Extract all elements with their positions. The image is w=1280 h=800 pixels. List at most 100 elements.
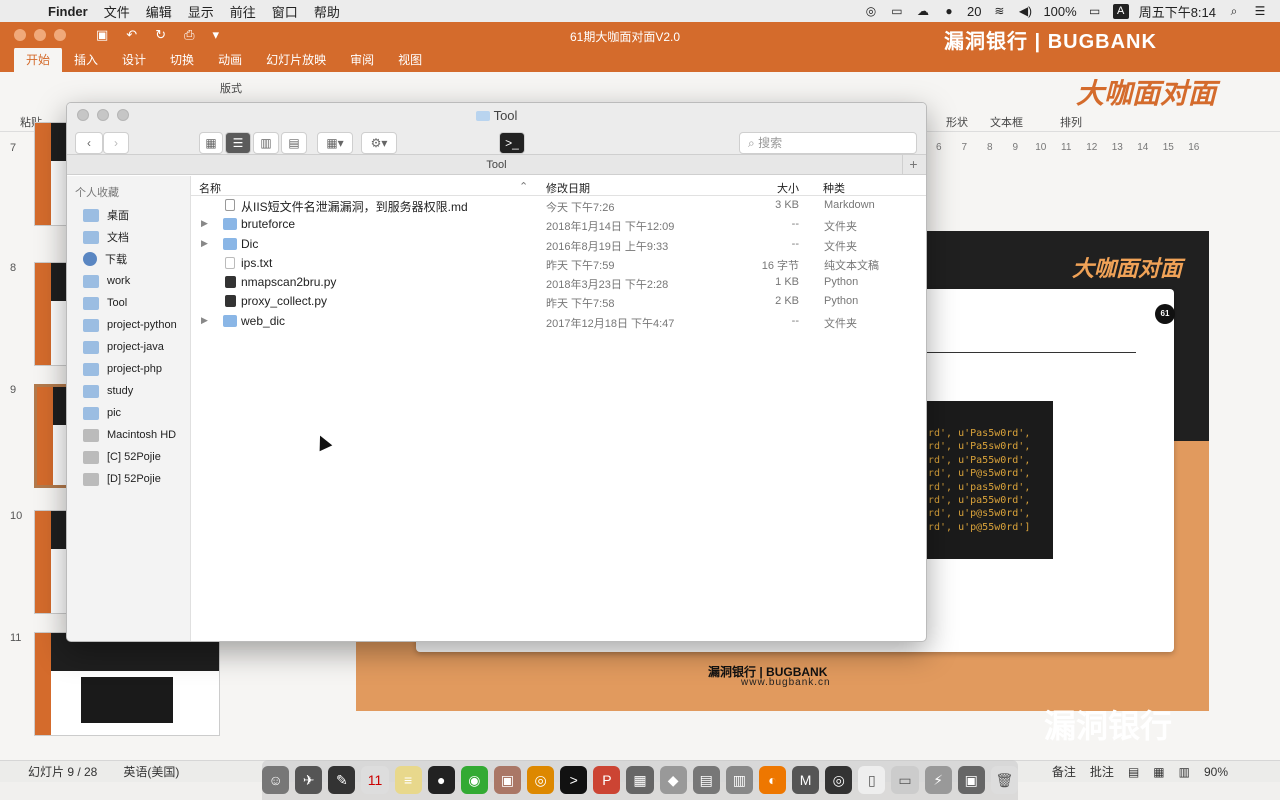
document-icon[interactable]: ▯ [858, 766, 886, 794]
undo-icon[interactable]: ↶ [126, 27, 137, 43]
app-icon[interactable]: ▣ [493, 766, 522, 794]
sidebar-item-downloads[interactable]: 下载 [67, 248, 190, 270]
redo-icon[interactable]: ↻ [155, 27, 166, 43]
arrange-button[interactable]: 排列 [1060, 114, 1082, 130]
firefox-app-icon[interactable]: ◐ [758, 766, 787, 794]
menu-file[interactable]: 文件 [96, 2, 138, 21]
file-row[interactable]: ▶ Dic 2016年8月19日 上午9:33 -- 文件夹 [191, 235, 926, 254]
terminal-shortcut-button[interactable]: >_ [499, 132, 525, 154]
app-icon[interactable]: ▤ [692, 766, 720, 794]
shape-button[interactable]: 形状 [946, 114, 968, 130]
new-tab-button[interactable]: + [902, 155, 924, 175]
tool-app-icon[interactable]: ✎ [328, 766, 356, 794]
input-source-icon[interactable]: A [1112, 3, 1129, 19]
search-field[interactable]: ⌕ 搜索 [739, 132, 917, 154]
app-icon[interactable]: M [792, 766, 820, 794]
obs-icon[interactable]: ◎ [863, 4, 879, 18]
file-row[interactable]: nmapscan2bru.py 2018年3月23日 下午2:28 1 KB Pyth… [191, 273, 926, 292]
sort-chevron-up-icon[interactable]: ⌃ [519, 180, 528, 193]
zoom-level[interactable]: 90% [1204, 765, 1228, 779]
wechat-app-icon[interactable]: ◉ [460, 766, 488, 794]
notification-center-icon[interactable]: ☰ [1252, 4, 1268, 18]
calendar-app-icon[interactable]: 11 [361, 766, 389, 794]
sidebar-item-macintosh-hd[interactable]: Macintosh HD [67, 424, 190, 446]
sidebar-item-documents[interactable]: 文档 [67, 226, 190, 248]
battery-percent[interactable]: 100% [1043, 4, 1076, 19]
tab-transitions[interactable]: 切换 [158, 47, 206, 72]
clock[interactable]: 周五下午8:14 [1139, 2, 1216, 21]
textbox-button[interactable]: 文本框 [990, 114, 1023, 130]
terminal-app-icon[interactable]: > [560, 766, 588, 794]
sidebar-item-project-java[interactable]: project-java [67, 336, 190, 358]
menu-view[interactable]: 显示 [180, 2, 222, 21]
menu-app-name[interactable]: Finder [40, 4, 96, 19]
launchpad-app-icon[interactable]: ✈ [295, 766, 323, 794]
tab-review[interactable]: 审阅 [338, 47, 386, 72]
sidebar-item-desktop[interactable]: 桌面 [67, 204, 190, 226]
finder-app-icon[interactable]: ☺ [262, 766, 290, 794]
file-row[interactable]: ▶ web_dic 2017年12月18日 下午4:47 -- 文件夹 [191, 312, 926, 331]
cloud-icon[interactable]: ☁ [915, 4, 931, 18]
print-icon[interactable]: ⎙ [184, 27, 194, 43]
gallery-view-button[interactable]: ▤ [281, 132, 307, 154]
sidebar-item-pic[interactable]: pic [67, 402, 190, 424]
notes-app-icon[interactable]: ≡ [394, 766, 422, 794]
obs-app-icon[interactable]: ◎ [825, 766, 853, 794]
column-header-date[interactable]: 修改日期 [546, 180, 590, 196]
group-by-button[interactable]: ▦▾ [317, 132, 353, 154]
tab-animations[interactable]: 动画 [206, 47, 254, 72]
notes-button[interactable]: 备注 [1052, 763, 1076, 780]
trash-icon[interactable]: 🗑 [990, 766, 1018, 794]
tab-slideshow[interactable]: 幻灯片放映 [254, 47, 338, 72]
customize-icon[interactable]: ▾ [213, 27, 220, 43]
slide-thumbnail-11[interactable] [34, 632, 220, 736]
layout-button[interactable]: 版式 [220, 80, 242, 96]
save-icon[interactable]: ▣ [96, 27, 108, 43]
sidebar-item-d-52pojie[interactable]: [D] 52Pojie [67, 468, 190, 490]
app-icon[interactable]: ▣ [957, 766, 985, 794]
app-icon[interactable]: ▦ [626, 766, 654, 794]
tab-home[interactable]: 开始 [14, 47, 63, 72]
language-label[interactable]: 英语(美国) [123, 763, 179, 780]
notification-count[interactable]: 20 [967, 4, 981, 19]
file-row[interactable]: proxy_collect.py 昨天 下午7:58 2 KB Python [191, 292, 926, 311]
sidebar-item-project-php[interactable]: project-php [67, 358, 190, 380]
file-row[interactable]: ips.txt 昨天 下午7:59 16 字节 纯文本文稿 [191, 254, 926, 273]
back-button[interactable]: ‹ [75, 132, 103, 154]
qq-icon[interactable]: ● [941, 4, 957, 18]
app-icon[interactable]: ◆ [659, 766, 687, 794]
sidebar-item-work[interactable]: work [67, 270, 190, 292]
menu-go[interactable]: 前往 [222, 2, 264, 21]
forward-button[interactable]: › [103, 132, 129, 154]
disclosure-triangle-icon[interactable]: ▶ [201, 238, 208, 249]
menu-edit[interactable]: 编辑 [138, 2, 180, 21]
current-tab-title[interactable]: Tool [486, 159, 506, 171]
column-header-name[interactable]: 名称 [199, 180, 221, 196]
menu-window[interactable]: 窗口 [264, 2, 306, 21]
app-icon[interactable]: ▥ [725, 766, 753, 794]
column-header-kind[interactable]: 种类 [823, 180, 845, 196]
qq-app-icon[interactable]: ● [427, 766, 455, 794]
sidebar-item-c-52pojie[interactable]: [C] 52Pojie [67, 446, 190, 468]
comments-button[interactable]: 批注 [1090, 763, 1114, 780]
column-view-button[interactable]: ▥ [253, 132, 279, 154]
disclosure-triangle-icon[interactable]: ▶ [201, 218, 208, 229]
icon-view-button[interactable]: ▦ [199, 132, 223, 154]
disclosure-triangle-icon[interactable]: ▶ [201, 315, 208, 326]
file-row[interactable]: 从IIS短文件名泄漏漏洞，到服务器权限.md 今天 下午7:26 3 KB Markd… [191, 196, 926, 215]
app-icon[interactable]: ⚡ [924, 766, 952, 794]
sidebar-item-tool[interactable]: Tool [67, 292, 190, 314]
spotlight-search-icon[interactable]: ⌕ [1226, 4, 1242, 18]
volume-icon[interactable]: ◀) [1017, 4, 1033, 18]
normal-view-icon[interactable]: ▤ [1128, 765, 1139, 779]
sorter-view-icon[interactable]: ▦ [1153, 765, 1164, 779]
tab-view[interactable]: 视图 [386, 47, 434, 72]
display-icon[interactable]: ▭ [889, 4, 905, 18]
menu-help[interactable]: 帮助 [306, 2, 348, 21]
column-header-size[interactable]: 大小 [777, 180, 799, 196]
ppt-traffic-lights[interactable] [0, 29, 66, 41]
tab-design[interactable]: 设计 [110, 47, 158, 72]
powerpoint-app-icon[interactable]: P [593, 766, 621, 794]
reading-view-icon[interactable]: ▥ [1179, 765, 1190, 779]
list-view-button[interactable]: ☰ [225, 132, 251, 154]
